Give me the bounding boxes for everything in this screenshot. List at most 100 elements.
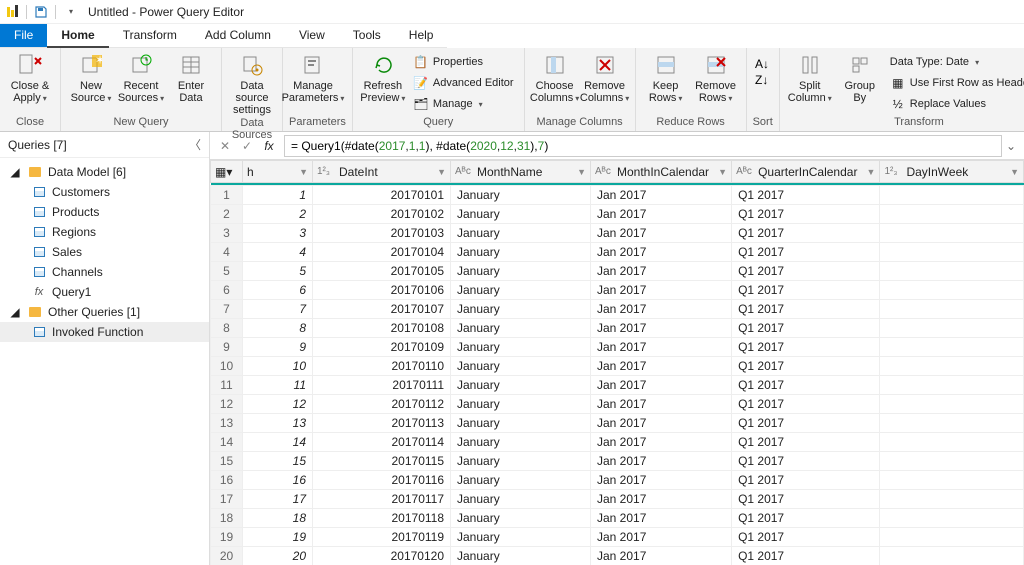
cell-monthincal[interactable]: Jan 2017 [591, 262, 732, 281]
column-dateint[interactable]: 1²₃DateInt▼ [313, 161, 451, 183]
cell-h[interactable]: 18 [243, 509, 313, 528]
filter-icon[interactable]: ▼ [1005, 167, 1019, 177]
cell-quarterincal[interactable]: Q1 2017 [732, 528, 880, 547]
cell-dayinweek[interactable] [880, 547, 1024, 565]
cell-monthincal[interactable]: Jan 2017 [591, 509, 732, 528]
tab-tools[interactable]: Tools [339, 24, 395, 48]
expand-formula-icon[interactable]: ⌄ [1002, 139, 1020, 153]
cell-dateint[interactable]: 20170119 [313, 528, 451, 547]
cell-h[interactable]: 15 [243, 452, 313, 471]
cell-quarterincal[interactable]: Q1 2017 [732, 471, 880, 490]
remove-rows-button[interactable]: Remove Rows [692, 52, 740, 105]
table-row[interactable]: 4420170104JanuaryJan 2017Q1 2017 [211, 243, 1024, 262]
cell-month[interactable]: January [451, 205, 591, 224]
recent-sources-button[interactable]: Recent Sources [117, 52, 165, 105]
table-row[interactable]: 202020170120JanuaryJan 2017Q1 2017 [211, 547, 1024, 565]
manage-menu[interactable]: 🗂 Manage [409, 94, 518, 114]
cell-dayinweek[interactable] [880, 319, 1024, 338]
cell-monthincal[interactable]: Jan 2017 [591, 471, 732, 490]
cell-dateint[interactable]: 20170112 [313, 395, 451, 414]
cell-h[interactable]: 9 [243, 338, 313, 357]
advanced-editor-button[interactable]: 📝 Advanced Editor [409, 73, 518, 93]
table-row[interactable]: 9920170109JanuaryJan 2017Q1 2017 [211, 338, 1024, 357]
query-invoked-function[interactable]: Invoked Function [0, 322, 209, 342]
cell-dateint[interactable]: 20170108 [313, 319, 451, 338]
replace-values-button[interactable]: ½ Replace Values [886, 94, 1024, 114]
cell-dayinweek[interactable] [880, 376, 1024, 395]
cell-quarterincal[interactable]: Q1 2017 [732, 281, 880, 300]
properties-button[interactable]: 📋 Properties [409, 52, 518, 72]
table-row[interactable]: 141420170114JanuaryJan 2017Q1 2017 [211, 433, 1024, 452]
cell-quarterincal[interactable]: Q1 2017 [732, 300, 880, 319]
cell-dayinweek[interactable] [880, 452, 1024, 471]
cell-h[interactable]: 3 [243, 224, 313, 243]
cell-quarterincal[interactable]: Q1 2017 [732, 224, 880, 243]
column-dayinweek[interactable]: 1²₃DayInWeek▼ [880, 161, 1024, 183]
cell-month[interactable]: January [451, 224, 591, 243]
cell-dayinweek[interactable] [880, 490, 1024, 509]
column-monthname[interactable]: AᴮcMonthName▼ [451, 161, 591, 183]
cell-dateint[interactable]: 20170117 [313, 490, 451, 509]
cell-monthincal[interactable]: Jan 2017 [591, 528, 732, 547]
cell-month[interactable]: January [451, 243, 591, 262]
tab-view[interactable]: View [285, 24, 339, 48]
cell-h[interactable]: 6 [243, 281, 313, 300]
cell-h[interactable]: 14 [243, 433, 313, 452]
table-row[interactable]: 8820170108JanuaryJan 2017Q1 2017 [211, 319, 1024, 338]
data-grid[interactable]: ▦▾ h▼ 1²₃DateInt▼ AᴮcMonthName▼ AᴮcMonth… [210, 160, 1024, 565]
cell-h[interactable]: 20 [243, 547, 313, 565]
group-by-button[interactable]: Group By [836, 52, 884, 104]
refresh-preview-button[interactable]: Refresh Preview [359, 52, 407, 105]
query-regions[interactable]: Regions [0, 222, 209, 242]
cell-month[interactable]: January [451, 186, 591, 205]
table-row[interactable]: 171720170117JanuaryJan 2017Q1 2017 [211, 490, 1024, 509]
cell-dateint[interactable]: 20170104 [313, 243, 451, 262]
cell-quarterincal[interactable]: Q1 2017 [732, 357, 880, 376]
table-row[interactable]: 121220170112JanuaryJan 2017Q1 2017 [211, 395, 1024, 414]
cell-quarterincal[interactable]: Q1 2017 [732, 509, 880, 528]
cell-month[interactable]: January [451, 395, 591, 414]
cell-dayinweek[interactable] [880, 224, 1024, 243]
cell-dateint[interactable]: 20170102 [313, 205, 451, 224]
cell-quarterincal[interactable]: Q1 2017 [732, 319, 880, 338]
cell-quarterincal[interactable]: Q1 2017 [732, 376, 880, 395]
cell-dateint[interactable]: 20170118 [313, 509, 451, 528]
accept-icon[interactable]: ✓ [236, 136, 258, 156]
cell-dayinweek[interactable] [880, 357, 1024, 376]
cell-month[interactable]: January [451, 357, 591, 376]
cell-h[interactable]: 10 [243, 357, 313, 376]
cell-dayinweek[interactable] [880, 338, 1024, 357]
sort-desc-button[interactable]: Z↓ [755, 74, 771, 88]
query-query1[interactable]: fxQuery1 [0, 282, 209, 302]
sort-asc-button[interactable]: A↓ [755, 58, 771, 72]
cell-dayinweek[interactable] [880, 300, 1024, 319]
tab-file[interactable]: File [0, 24, 47, 48]
cell-h[interactable]: 11 [243, 376, 313, 395]
column-quarterincalendar[interactable]: AᴮcQuarterInCalendar▼ [732, 161, 880, 183]
cell-month[interactable]: January [451, 471, 591, 490]
cell-quarterincal[interactable]: Q1 2017 [732, 490, 880, 509]
cell-month[interactable]: January [451, 319, 591, 338]
cell-quarterincal[interactable]: Q1 2017 [732, 547, 880, 565]
tab-transform[interactable]: Transform [109, 24, 191, 48]
cell-quarterincal[interactable]: Q1 2017 [732, 186, 880, 205]
cell-month[interactable]: January [451, 509, 591, 528]
cell-dateint[interactable]: 20170107 [313, 300, 451, 319]
cell-month[interactable]: January [451, 338, 591, 357]
column-h[interactable]: h▼ [243, 161, 313, 183]
cell-h[interactable]: 7 [243, 300, 313, 319]
cell-monthincal[interactable]: Jan 2017 [591, 490, 732, 509]
data-source-settings-button[interactable]: Data source settings [228, 52, 276, 116]
filter-icon[interactable]: ▼ [294, 167, 308, 177]
tab-home[interactable]: Home [47, 24, 108, 48]
cell-h[interactable]: 17 [243, 490, 313, 509]
table-row[interactable]: 3320170103JanuaryJan 2017Q1 2017 [211, 224, 1024, 243]
cell-quarterincal[interactable]: Q1 2017 [732, 205, 880, 224]
close-apply-button[interactable]: Close & Apply [6, 52, 54, 105]
cell-dateint[interactable]: 20170114 [313, 433, 451, 452]
cell-month[interactable]: January [451, 433, 591, 452]
cell-monthincal[interactable]: Jan 2017 [591, 300, 732, 319]
query-customers[interactable]: Customers [0, 182, 209, 202]
cell-dayinweek[interactable] [880, 262, 1024, 281]
cell-monthincal[interactable]: Jan 2017 [591, 414, 732, 433]
